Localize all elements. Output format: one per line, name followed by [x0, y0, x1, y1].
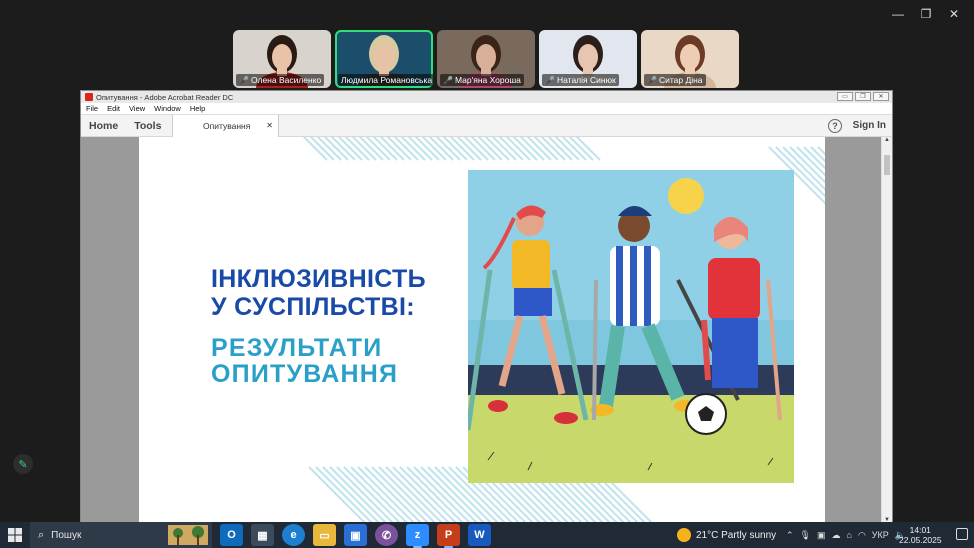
close-tab-icon[interactable]: ✕	[266, 121, 273, 130]
desktop: — ❐ ✕ 🎤 Олена Василенко Людмила Романовсь…	[0, 0, 974, 548]
inclusive-football-illustration	[468, 170, 794, 483]
annotate-pencil-icon[interactable]: ✎	[13, 454, 33, 474]
participant-name: Олена Василенко	[250, 75, 322, 85]
language-indicator[interactable]: УКР	[872, 530, 889, 540]
camera-icon[interactable]: ▣	[817, 530, 826, 541]
participant-name: Людмила Романовська	[341, 75, 433, 85]
vertical-scrollbar[interactable]: ▲ ▼	[881, 137, 892, 523]
windows-logo-icon	[8, 528, 22, 542]
menu-bar: File Edit View Window Help	[81, 103, 892, 115]
close-button[interactable]: ✕	[940, 4, 968, 24]
participant-tile[interactable]: 🎤 Мар'яна Хороша	[437, 30, 535, 88]
home-tab[interactable]: Home	[81, 120, 126, 132]
acrobat-window: Опитування - Adobe Acrobat Reader DC ▭ ❐…	[80, 90, 893, 523]
participant-tile[interactable]: 🎤 Олена Василенко	[233, 30, 331, 88]
scroll-thumb[interactable]	[884, 155, 890, 175]
participant-name: Ситар Діна	[658, 75, 703, 85]
pdf-page: ІНКЛЮЗИВНІСТЬ У СУСПІЛЬСТВІ: РЕЗУЛЬТАТИ …	[139, 137, 825, 523]
participant-name: Наталія Синюк	[556, 75, 616, 85]
title-line-2: У СУСПІЛЬСТВІ:	[211, 293, 415, 321]
participant-tile[interactable]: 🎤 Ситар Діна	[641, 30, 739, 88]
help-icon[interactable]: ?	[828, 119, 842, 133]
document-tab[interactable]: Опитування ✕	[172, 115, 279, 137]
subtitle-line-1: РЕЗУЛЬТАТИ	[211, 334, 383, 362]
wifi-icon[interactable]: ◠	[858, 530, 866, 541]
acrobat-restore-button[interactable]: ❐	[855, 92, 871, 101]
notification-center-icon[interactable]	[956, 528, 968, 540]
windows-taskbar: ⌕ Пошук O ▦ e ▭ ▣ ✆ z P W 21°C Partly su…	[0, 522, 974, 548]
taskbar-search-box[interactable]: ⌕ Пошук	[30, 522, 212, 548]
participant-tile[interactable]: 🎤 Наталія Синюк	[539, 30, 637, 88]
tools-tab[interactable]: Tools	[126, 120, 169, 132]
start-button[interactable]	[0, 522, 30, 548]
acrobat-toolbar: Home Tools Опитування ✕ ? Sign In	[81, 115, 892, 137]
search-highlight-image	[168, 525, 208, 545]
weather-widget[interactable]: 21°C Partly sunny	[677, 522, 776, 548]
minimize-button[interactable]: —	[884, 4, 912, 24]
microsoft-store-icon[interactable]: ▣	[344, 524, 367, 546]
participant-name: Мар'яна Хороша	[454, 75, 521, 85]
network-icon[interactable]: ⌂	[847, 530, 852, 540]
clock-date: 22.05.2025	[899, 535, 942, 545]
window-title: Опитування - Adobe Acrobat Reader DC	[96, 92, 234, 102]
document-viewport[interactable]: ІНКЛЮЗИВНІСТЬ У СУСПІЛЬСТВІ: РЕЗУЛЬТАТИ …	[81, 137, 882, 523]
sign-in-button[interactable]: Sign In	[853, 120, 886, 131]
title-line-1: ІНКЛЮЗИВНІСТЬ	[211, 265, 426, 293]
restore-button[interactable]: ❐	[912, 4, 940, 24]
search-icon: ⌕	[38, 528, 45, 541]
muted-mic-icon: 🎤	[443, 75, 453, 85]
acrobat-app-icon	[85, 93, 93, 101]
scroll-up-arrow-icon[interactable]: ▲	[882, 137, 892, 147]
acrobat-minimize-button[interactable]: ▭	[837, 92, 853, 101]
clock-time: 14:01	[909, 525, 931, 535]
document-tab-label: Опитування	[203, 121, 251, 131]
weather-text: 21°C Partly sunny	[696, 529, 777, 541]
system-tray: ⌃ 🎙 ▣ ☁ ⌂ ◠ УКР 🔈	[786, 522, 906, 548]
outlook-icon[interactable]: O	[220, 524, 243, 546]
slide-title: ІНКЛЮЗИВНІСТЬ У СУСПІЛЬСТВІ: РЕЗУЛЬТАТИ …	[211, 265, 426, 387]
menu-file[interactable]: File	[86, 104, 98, 113]
microphone-icon[interactable]: 🎙	[800, 530, 811, 541]
word-icon[interactable]: W	[468, 524, 491, 546]
zoom-icon[interactable]: z	[406, 524, 429, 548]
zoom-window-controls: — ❐ ✕	[884, 4, 968, 24]
taskbar-clock[interactable]: 14:01 22.05.2025	[899, 525, 942, 545]
show-hidden-icons-chevron-icon[interactable]: ⌃	[786, 530, 794, 541]
participant-strip: 🎤 Олена Василенко Людмила Романовська 🎤 Ма…	[233, 30, 739, 88]
participant-tile-active-speaker[interactable]: Людмила Романовська	[335, 30, 433, 88]
partly-sunny-icon	[677, 528, 691, 542]
subtitle-line-2: ОПИТУВАННЯ	[211, 360, 399, 388]
calculator-icon[interactable]: ▦	[251, 524, 274, 546]
acrobat-close-button[interactable]: ✕	[873, 92, 889, 101]
muted-mic-icon: 🎤	[545, 75, 555, 85]
onedrive-icon[interactable]: ☁	[832, 530, 841, 541]
menu-window[interactable]: Window	[154, 104, 181, 113]
muted-mic-icon: 🎤	[239, 75, 249, 85]
acrobat-titlebar: Опитування - Adobe Acrobat Reader DC ▭ ❐…	[81, 91, 892, 103]
file-explorer-icon[interactable]: ▭	[313, 524, 336, 546]
menu-view[interactable]: View	[129, 104, 145, 113]
edge-browser-icon[interactable]: e	[282, 524, 305, 546]
powerpoint-icon[interactable]: P	[437, 524, 460, 548]
search-placeholder: Пошук	[51, 529, 82, 541]
menu-edit[interactable]: Edit	[107, 104, 120, 113]
muted-mic-icon: 🎤	[647, 75, 657, 85]
menu-help[interactable]: Help	[190, 104, 205, 113]
viber-icon[interactable]: ✆	[375, 524, 398, 546]
